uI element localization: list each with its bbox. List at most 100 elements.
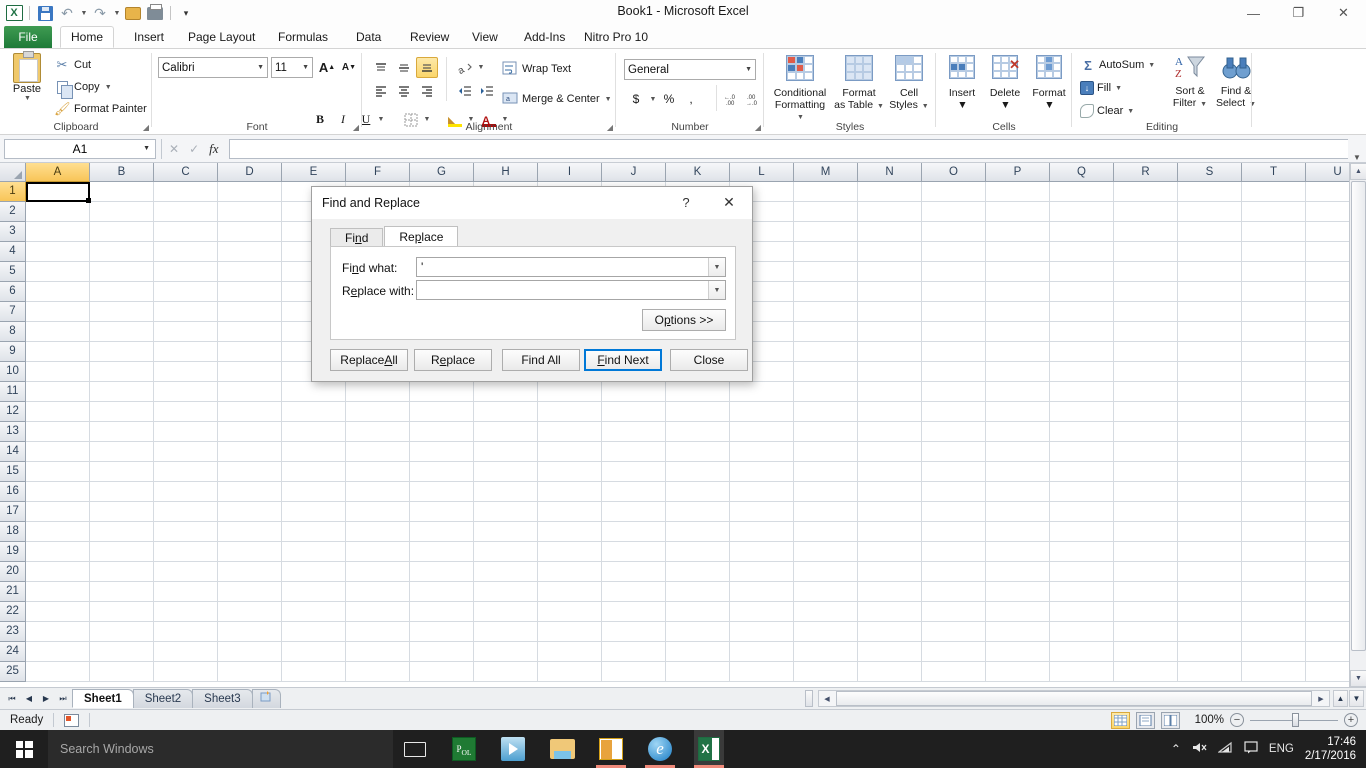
cell-T19[interactable] xyxy=(1242,542,1306,562)
cell-B4[interactable] xyxy=(90,242,154,262)
cell-R20[interactable] xyxy=(1114,562,1178,582)
increase-decimal-button[interactable]: ←.0.00 xyxy=(722,89,742,109)
cell-O2[interactable] xyxy=(922,202,986,222)
scroll-down-icon[interactable]: ▼ xyxy=(1350,670,1366,687)
cell-S23[interactable] xyxy=(1178,622,1242,642)
cell-Q21[interactable] xyxy=(1050,582,1114,602)
cell-G25[interactable] xyxy=(410,662,474,682)
cell-M19[interactable] xyxy=(794,542,858,562)
cell-B13[interactable] xyxy=(90,422,154,442)
cell-R3[interactable] xyxy=(1114,222,1178,242)
cell-F16[interactable] xyxy=(346,482,410,502)
cell-O4[interactable] xyxy=(922,242,986,262)
row-header-20[interactable]: 20 xyxy=(0,562,26,582)
cell-P18[interactable] xyxy=(986,522,1050,542)
cell-A11[interactable] xyxy=(26,382,90,402)
cell-S1[interactable] xyxy=(1178,182,1242,202)
cell-E12[interactable] xyxy=(282,402,346,422)
column-header-B[interactable]: B xyxy=(90,163,154,182)
action-center-icon[interactable] xyxy=(1244,741,1258,757)
cell-Q5[interactable] xyxy=(1050,262,1114,282)
cell-T24[interactable] xyxy=(1242,642,1306,662)
cell-C9[interactable] xyxy=(154,342,218,362)
close-button[interactable]: Close xyxy=(670,349,748,371)
cell-C1[interactable] xyxy=(154,182,218,202)
row-header-23[interactable]: 23 xyxy=(0,622,26,642)
cell-B3[interactable] xyxy=(90,222,154,242)
dialog-close-icon[interactable]: ✕ xyxy=(714,194,744,212)
cell-B21[interactable] xyxy=(90,582,154,602)
cell-D18[interactable] xyxy=(218,522,282,542)
cell-G12[interactable] xyxy=(410,402,474,422)
cell-Q17[interactable] xyxy=(1050,502,1114,522)
cell-B18[interactable] xyxy=(90,522,154,542)
cell-B10[interactable] xyxy=(90,362,154,382)
cell-C4[interactable] xyxy=(154,242,218,262)
cell-E20[interactable] xyxy=(282,562,346,582)
cell-P4[interactable] xyxy=(986,242,1050,262)
row-header-2[interactable]: 2 xyxy=(0,202,26,222)
cell-S13[interactable] xyxy=(1178,422,1242,442)
cell-C5[interactable] xyxy=(154,262,218,282)
cell-B2[interactable] xyxy=(90,202,154,222)
cell-M21[interactable] xyxy=(794,582,858,602)
restore-icon[interactable]: ❐ xyxy=(1276,0,1321,26)
cell-A17[interactable] xyxy=(26,502,90,522)
row-header-15[interactable]: 15 xyxy=(0,462,26,482)
row-header-12[interactable]: 12 xyxy=(0,402,26,422)
cell-O10[interactable] xyxy=(922,362,986,382)
cell-R2[interactable] xyxy=(1114,202,1178,222)
cell-B8[interactable] xyxy=(90,322,154,342)
cell-S18[interactable] xyxy=(1178,522,1242,542)
cell-T8[interactable] xyxy=(1242,322,1306,342)
column-header-K[interactable]: K xyxy=(666,163,730,182)
cell-O19[interactable] xyxy=(922,542,986,562)
cell-B15[interactable] xyxy=(90,462,154,482)
cell-E13[interactable] xyxy=(282,422,346,442)
tab-add-ins[interactable]: Add-Ins xyxy=(514,26,575,48)
taskbar-app-file-explorer[interactable] xyxy=(547,730,577,768)
cell-S8[interactable] xyxy=(1178,322,1242,342)
cell-T2[interactable] xyxy=(1242,202,1306,222)
cell-P24[interactable] xyxy=(986,642,1050,662)
formula-input[interactable] xyxy=(228,138,1348,159)
accounting-dropdown-icon[interactable]: ▼ xyxy=(648,89,657,109)
paste-button[interactable]: Paste ▼ xyxy=(6,51,48,102)
column-header-P[interactable]: P xyxy=(986,163,1050,182)
cell-Q24[interactable] xyxy=(1050,642,1114,662)
replace-all-button[interactable]: Replace All xyxy=(330,349,408,371)
cell-G20[interactable] xyxy=(410,562,474,582)
taskbar-app-pol[interactable]: POL xyxy=(449,730,479,768)
row-header-24[interactable]: 24 xyxy=(0,642,26,662)
cell-C15[interactable] xyxy=(154,462,218,482)
cell-L18[interactable] xyxy=(730,522,794,542)
cell-L23[interactable] xyxy=(730,622,794,642)
cell-S17[interactable] xyxy=(1178,502,1242,522)
cell-Q3[interactable] xyxy=(1050,222,1114,242)
cell-I16[interactable] xyxy=(538,482,602,502)
cell-O6[interactable] xyxy=(922,282,986,302)
cell-T11[interactable] xyxy=(1242,382,1306,402)
cell-Q20[interactable] xyxy=(1050,562,1114,582)
cell-Q12[interactable] xyxy=(1050,402,1114,422)
cell-B9[interactable] xyxy=(90,342,154,362)
cell-R13[interactable] xyxy=(1114,422,1178,442)
cell-Q18[interactable] xyxy=(1050,522,1114,542)
cell-D22[interactable] xyxy=(218,602,282,622)
sort-filter-button[interactable]: AZ Sort & Filter ▼ xyxy=(1166,53,1214,110)
cell-Q14[interactable] xyxy=(1050,442,1114,462)
cell-D2[interactable] xyxy=(218,202,282,222)
cell-C21[interactable] xyxy=(154,582,218,602)
conditional-formatting-button[interactable]: Conditional Formatting ▼ xyxy=(770,53,830,124)
scroll-up-small-icon[interactable]: ▲ xyxy=(1333,690,1348,707)
volume-muted-icon[interactable] xyxy=(1192,741,1207,757)
cell-M15[interactable] xyxy=(794,462,858,482)
decrease-indent-button[interactable] xyxy=(454,80,476,101)
find-next-button[interactable]: Find Next xyxy=(584,349,662,371)
last-sheet-icon[interactable]: ⏭ xyxy=(55,690,71,707)
format-dropdown-icon[interactable]: ▼ xyxy=(1029,99,1070,112)
cell-I25[interactable] xyxy=(538,662,602,682)
cell-T14[interactable] xyxy=(1242,442,1306,462)
cell-J12[interactable] xyxy=(602,402,666,422)
cell-H25[interactable] xyxy=(474,662,538,682)
